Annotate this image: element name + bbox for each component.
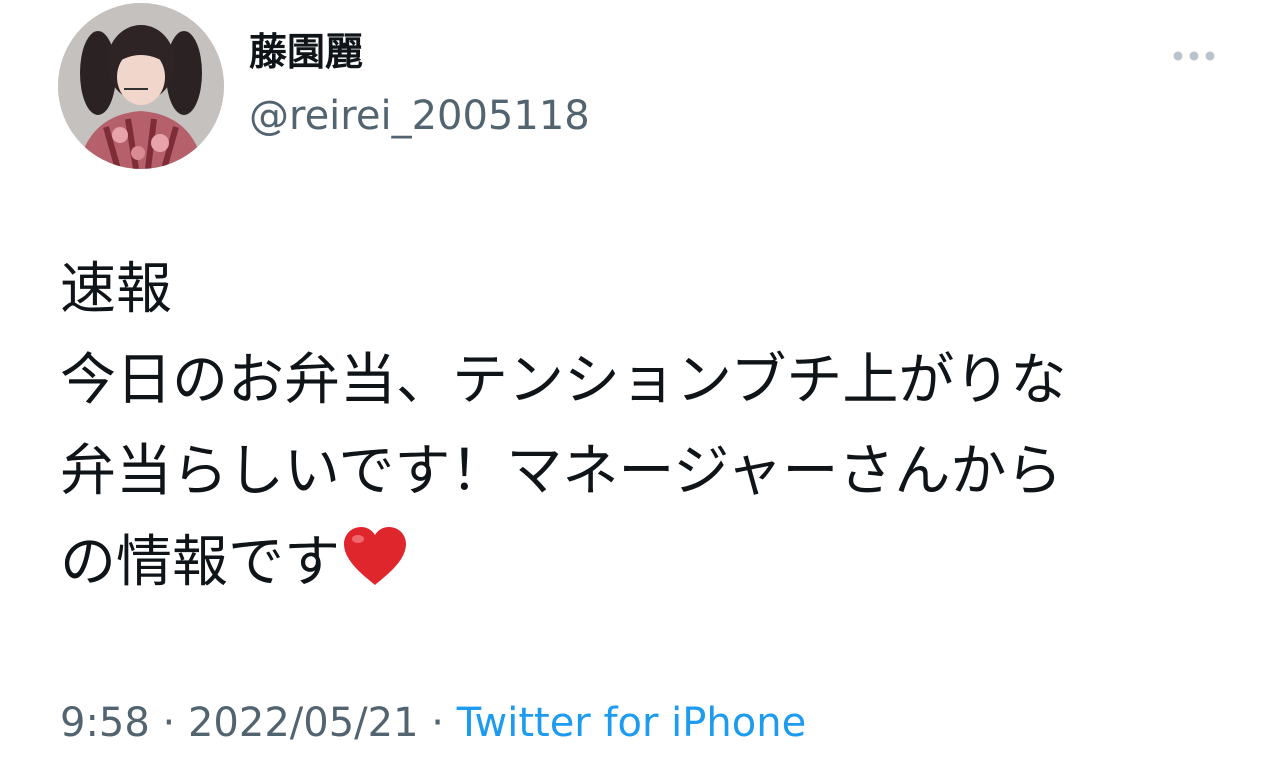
avatar[interactable] — [58, 3, 224, 169]
red-heart-icon — [340, 525, 410, 587]
tweet-text-line: 今日のお弁当、テンションブチ上がりな — [60, 348, 1067, 413]
tweet-text-line: 弁当らしいです！マネージャーさんから — [60, 439, 1063, 504]
tweet-text-line-last: の情報です — [60, 517, 1240, 608]
tweet-text-line: 速報 — [60, 257, 172, 322]
tweet-text-line: の情報です — [60, 530, 340, 595]
meta-separator: · — [162, 700, 176, 746]
tweet-meta: 9:58 · 2022/05/21 · Twitter for iPhone — [60, 697, 806, 749]
more-options-button[interactable] — [1166, 38, 1222, 74]
avatar-photo — [58, 3, 224, 169]
tweet-source-link[interactable]: Twitter for iPhone — [457, 700, 807, 746]
tweet-card: 藤園麗 @reirei_2005118 速報 今日のお弁当、テンションブチ上がり… — [0, 0, 1280, 773]
display-name[interactable]: 藤園麗 — [249, 33, 363, 71]
tweet-date[interactable]: 2022/05/21 — [188, 700, 419, 746]
user-handle[interactable]: @reirei_2005118 — [249, 96, 590, 136]
tweet-text: 速報 今日のお弁当、テンションブチ上がりな 弁当らしいです！マネージャーさんから… — [60, 244, 1240, 608]
tweet-time[interactable]: 9:58 — [60, 700, 150, 746]
more-horizontal-icon — [1173, 51, 1215, 61]
meta-separator: · — [431, 700, 444, 746]
